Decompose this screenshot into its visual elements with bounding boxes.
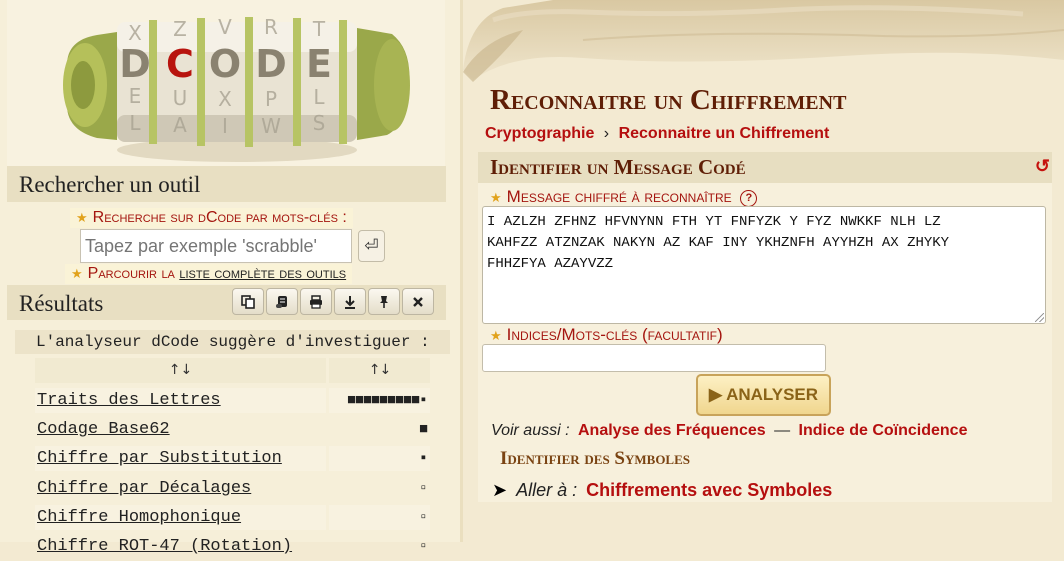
browse-tools-line: ★ Parcourir la liste complète des outils	[65, 264, 353, 284]
cipher-textarea[interactable]: I AZLZH ZFHNZ HFVNYNN FTH YT FNFYZK Y FY…	[482, 206, 1046, 324]
svg-text:T: T	[312, 17, 326, 41]
page-title: Reconnaitre un Chiffrement	[490, 84, 847, 116]
result-link[interactable]: Traits des Lettres	[35, 388, 326, 413]
pin-icon	[380, 295, 388, 308]
result-score: ▫	[329, 505, 430, 530]
sort-name-header[interactable]: ↑↓	[35, 358, 326, 383]
result-link[interactable]: Chiffre ROT-47 (Rotation)	[35, 534, 326, 559]
logo-letter-d2: D	[255, 42, 287, 86]
logo-letter-e: E	[306, 42, 332, 86]
breadcrumb-separator: ›	[603, 125, 610, 142]
analyze-button[interactable]: ▶ ANALYSER	[696, 374, 831, 416]
close-button[interactable]	[402, 288, 434, 315]
arrow-icon: ➤	[492, 480, 508, 500]
main-content: Reconnaitre un Chiffrement Cryptographie…	[463, 0, 1064, 542]
goto-line: ➤ Aller à : Chiffrements avec Symboles	[492, 480, 833, 500]
symbols-heading: Identifier des Symboles	[500, 448, 690, 469]
reset-icon[interactable]: ↺	[1035, 156, 1050, 177]
svg-text:A: A	[173, 113, 187, 137]
logo-letter-o: O	[209, 42, 241, 86]
star-icon: ★	[76, 210, 88, 225]
result-score: ■■■■■■■■■▪	[329, 388, 430, 413]
star-icon: ★	[71, 266, 83, 281]
svg-text:E: E	[129, 84, 142, 108]
result-link[interactable]: Chiffre Homophonique	[35, 505, 326, 530]
copy-icon	[241, 294, 255, 309]
see-also: Voir aussi : Analyse des Fréquences — In…	[491, 422, 968, 439]
svg-text:L: L	[129, 111, 141, 135]
breadcrumb-cryptographie[interactable]: Cryptographie	[485, 125, 594, 142]
result-link[interactable]: Codage Base62	[35, 417, 326, 442]
dcode-logo[interactable]: XZVRT EUXPL LAIWS D C O D E	[57, 0, 417, 166]
svg-text:Z: Z	[173, 17, 187, 41]
panel-heading: Identifier un Message Codé ↺	[478, 152, 1052, 183]
svg-text:R: R	[264, 15, 278, 39]
keyword-search-label: ★ Recherche sur dCode par mots-clés :	[70, 208, 353, 228]
result-link[interactable]: Chiffre par Décalages	[35, 476, 326, 501]
svg-text:X: X	[218, 87, 232, 111]
search-tool-heading: Rechercher un outil	[7, 166, 446, 202]
frequency-analysis-link[interactable]: Analyse des Fréquences	[578, 422, 766, 439]
left-sidebar: XZVRT EUXPL LAIWS D C O D E Rechercher u…	[0, 0, 463, 556]
cipher-field-label: ★ Message chiffré à reconnaître ?	[490, 187, 758, 207]
result-link[interactable]: Chiffre par Substitution	[35, 446, 326, 471]
close-icon	[413, 296, 423, 307]
copy-button[interactable]	[232, 288, 264, 315]
symbol-ciphers-link[interactable]: Chiffrements avec Symboles	[586, 480, 832, 500]
svg-text:I: I	[222, 114, 228, 138]
logo-letter-c: C	[166, 42, 194, 86]
svg-text:V: V	[218, 15, 232, 39]
pin-button[interactable]	[368, 288, 400, 315]
svg-text:W: W	[261, 114, 281, 138]
logo-letter-d: D	[119, 42, 151, 86]
sort-score-header[interactable]: ↑↓	[329, 358, 430, 383]
enter-icon: ⏎	[364, 236, 379, 255]
breadcrumb: Cryptographie › Reconnaitre un Chiffreme…	[485, 125, 829, 143]
print-icon	[310, 294, 322, 309]
result-score: ▫	[418, 538, 428, 555]
keywords-field-label: ★ Indices/Mots-clés (facultatif)	[490, 325, 723, 344]
download-button[interactable]	[334, 288, 366, 315]
svg-text:S: S	[313, 111, 326, 135]
scroll-button[interactable]	[266, 288, 298, 315]
svg-text:L: L	[313, 85, 325, 109]
result-score: ■	[418, 421, 428, 438]
svg-text:U: U	[173, 86, 188, 110]
print-button[interactable]	[300, 288, 332, 315]
tool-search-input[interactable]	[80, 229, 352, 263]
search-submit-button[interactable]: ⏎	[358, 230, 385, 262]
analyzer-suggestion: L'analyseur dCode suggère d'investiguer …	[15, 330, 450, 354]
full-tool-list-link[interactable]: liste complète des outils	[179, 265, 346, 283]
logo-area: XZVRT EUXPL LAIWS D C O D E	[7, 0, 445, 166]
breadcrumb-current[interactable]: Reconnaitre un Chiffrement	[619, 125, 830, 142]
result-score: ▫	[418, 480, 428, 497]
scroll-icon	[276, 295, 287, 308]
keywords-input[interactable]	[482, 344, 826, 372]
star-icon: ★	[490, 328, 502, 343]
star-icon: ★	[490, 190, 502, 205]
result-score: ▪	[329, 446, 430, 471]
coincidence-index-link[interactable]: Indice de Coïncidence	[799, 422, 968, 439]
parchment-decoration	[463, 0, 1064, 82]
download-icon	[345, 295, 355, 309]
help-icon[interactable]: ?	[740, 190, 758, 207]
svg-text:P: P	[265, 87, 277, 111]
